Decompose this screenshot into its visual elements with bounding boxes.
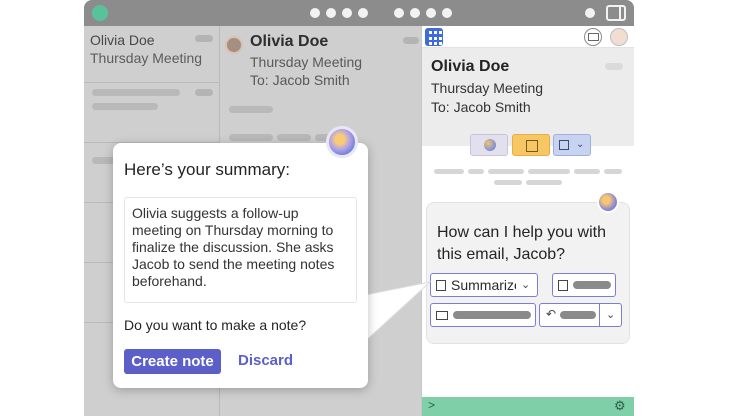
sender-avatar [225,36,243,54]
list-item[interactable]: Olivia Doe Thursday Meeting [84,26,219,83]
title-bar [84,0,634,26]
grid-icon[interactable] [425,28,443,46]
chevron-down-icon: ⌄ [521,279,531,291]
placeholder-bar [92,103,158,110]
reader-sender: Olivia Doe [250,33,329,50]
summarize-button[interactable]: Summarize [430,273,522,297]
placeholder-bar [573,281,611,289]
placeholder-bar [229,106,273,113]
checklist-icon [558,280,568,291]
panel-sender: Olivia Doe [431,58,510,75]
reader-flag [403,37,419,44]
panel-toolbar [422,26,634,48]
status-dot [585,8,595,18]
panel-email-header: Olivia Doe Thursday Meeting To: Jacob Sm… [422,48,634,146]
document-chip-button[interactable] [512,134,550,156]
note-question: Do you want to make a note? [124,317,307,333]
undo-options-button[interactable]: ⌄ [599,303,622,327]
document-icon [436,280,446,291]
popup-title: Here’s your summary: [124,160,290,179]
panel-subject: Thursday Meeting [431,80,544,96]
list-item-flag [195,35,213,42]
checklist-button[interactable] [552,273,616,297]
copilot-chip-button[interactable] [470,134,508,156]
app-logo-icon [92,5,108,21]
copilot-prompt: How can I help you with this email, Jaco… [437,224,606,263]
chevron-down-icon: ⌄ [576,139,585,150]
undo-button[interactable]: ↶ [539,303,600,327]
list-item-subject: Thursday Meeting [90,50,203,66]
list-item-placeholder[interactable] [84,83,219,143]
chevron-down-icon: ⌄ [606,309,616,321]
title-bar-dots-left [310,8,368,18]
contact-card-icon [436,311,448,320]
side-panel-toggle-icon[interactable] [606,5,626,21]
placeholder-bar [528,169,570,174]
panel-recipient: To: Jacob Smith [431,99,531,115]
placeholder-bar [434,169,464,174]
placeholder-bar [604,169,622,174]
reader-subject: Thursday Meeting [250,54,363,70]
placeholder-bar [494,180,522,185]
settings-gear-icon[interactable]: ⚙ [614,398,626,414]
reader-recipient: To: Jacob Smith [250,72,350,88]
panel-flag [605,63,623,70]
avatar[interactable] [610,28,628,46]
placeholder-bar [229,134,273,141]
placeholder-bar [468,169,484,174]
undo-icon: ↶ [546,307,557,321]
chevron-right-icon[interactable]: > [428,398,435,412]
panel-footer: > ⚙ [422,397,634,416]
list-item-flag [195,89,213,96]
mail-icon[interactable] [584,28,602,46]
placeholder-bar [574,169,600,174]
placeholder-bar [277,134,311,141]
summary-text: Olivia suggests a follow-up meeting on T… [124,197,357,303]
checklist-chip-button[interactable]: ⌄ [553,134,591,156]
checklist-icon [559,140,569,150]
summarize-options-button[interactable]: ⌄ [516,273,538,297]
create-note-button[interactable]: Create note [124,349,221,374]
placeholder-bar [526,180,562,185]
placeholder-bar [488,169,524,174]
title-bar-dots-right [394,8,452,18]
summary-popup: Here’s your summary: Olivia suggests a f… [113,143,368,388]
copilot-panel: Olivia Doe Thursday Meeting To: Jacob Sm… [421,26,634,416]
placeholder-bar [92,89,180,96]
summarize-label: Summarize [451,277,522,293]
copilot-icon [326,126,358,158]
discard-button[interactable]: Discard [238,352,293,369]
copilot-icon [597,191,619,213]
contact-button[interactable] [430,303,536,327]
placeholder-bar [453,311,531,319]
placeholder-bar [560,311,596,319]
